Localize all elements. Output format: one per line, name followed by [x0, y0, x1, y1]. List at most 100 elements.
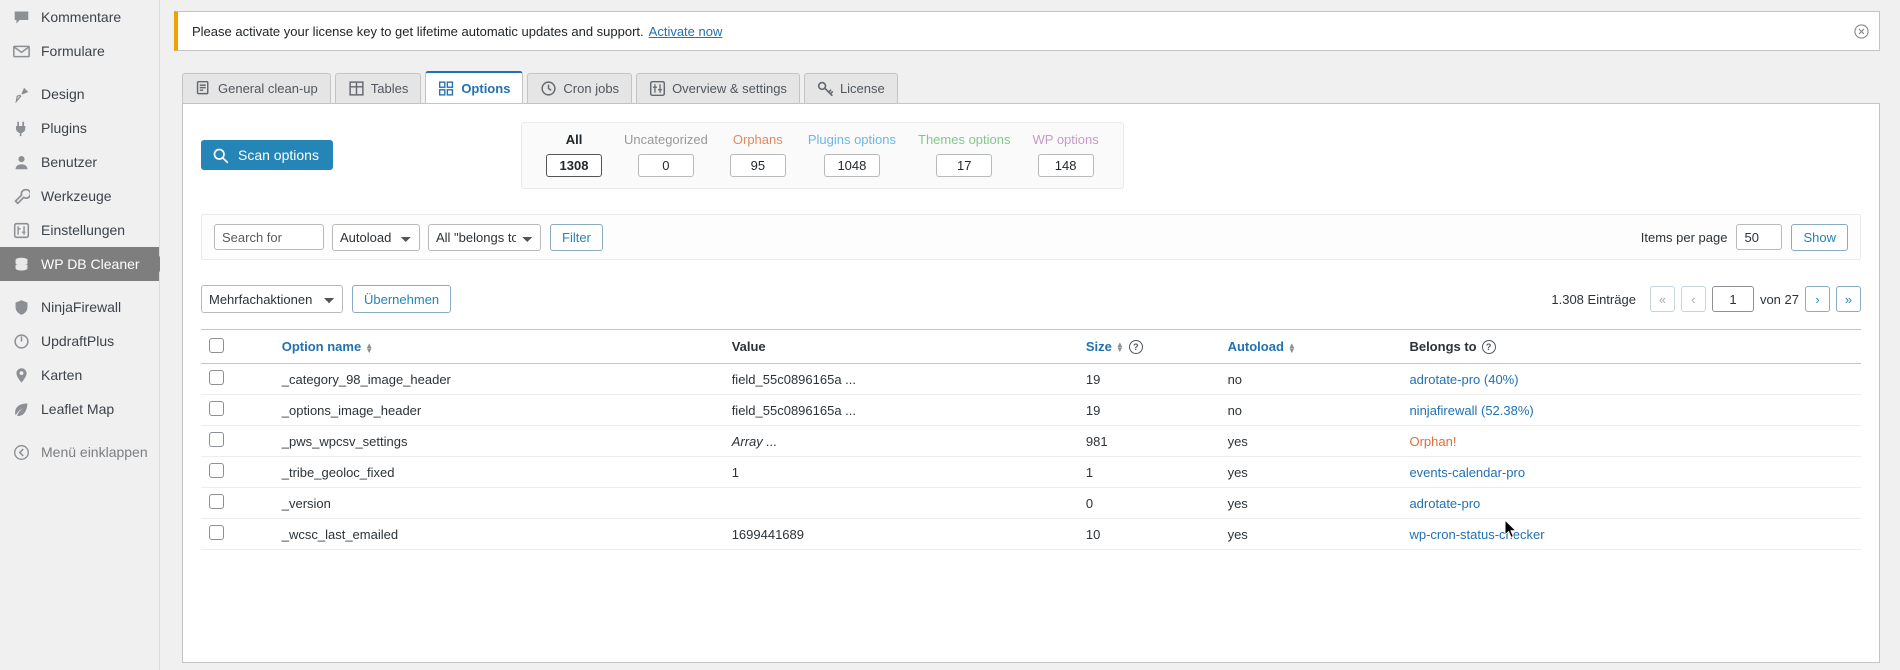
close-circle-icon[interactable] [1851, 21, 1871, 41]
stat-wp-options[interactable]: WP options 148 [1022, 132, 1110, 177]
sidebar-item-benutzer[interactable]: Benutzer [0, 145, 159, 179]
sidebar-item-ninjafirewall[interactable]: NinjaFirewall [0, 290, 159, 324]
sidebar-item-einstellungen[interactable]: Einstellungen [0, 213, 159, 247]
search-input[interactable] [214, 224, 324, 250]
bulk-action-select[interactable]: Mehrfachaktionen [201, 285, 343, 313]
license-notice: Please activate your license key to get … [174, 11, 1880, 51]
sort-arrows-icon[interactable]: ▲ ▼ [365, 341, 373, 354]
cell-belongs-to-text[interactable]: ninjafirewall (52.38%) [1409, 403, 1533, 418]
current-page-input[interactable] [1711, 286, 1754, 312]
cell-size-text: 10 [1085, 526, 1101, 542]
first-page-button[interactable]: « [1649, 286, 1675, 312]
stat-plugins-options[interactable]: Plugins options 1048 [797, 132, 907, 177]
cell-autoload-text: yes [1227, 433, 1248, 449]
wrench-icon [10, 186, 32, 206]
row-checkbox[interactable] [209, 401, 224, 416]
stat-value: 1308 [546, 154, 602, 177]
cell-option-name-text: _pws_wpcsv_settings [281, 433, 408, 449]
sidebar-item-label: Kommentare [41, 9, 122, 25]
sidebar-item-plugins[interactable]: Plugins [0, 111, 159, 145]
select-all-checkbox[interactable] [209, 337, 224, 353]
sidebar-item-leaflet-map[interactable]: Leaflet Map [0, 392, 159, 426]
stat-label: Orphans [732, 132, 783, 147]
cell-autoload: yes [1219, 518, 1402, 550]
items-per-page-group: Items per page Show [1641, 223, 1848, 251]
filter-button[interactable]: Filter [550, 223, 603, 251]
sidebar-item-wp-db-cleaner[interactable]: WP DB Cleaner [0, 247, 159, 281]
cell-autoload-text: yes [1227, 526, 1248, 542]
stat-label: WP options [1032, 132, 1099, 147]
stat-all[interactable]: All 1308 [535, 132, 613, 177]
column-header-option-name[interactable]: Option name ▲ ▼ [273, 329, 724, 364]
tab-tables[interactable]: Tables [334, 73, 422, 103]
cell-belongs-to-text[interactable]: adrotate-pro (40%) [1409, 372, 1518, 387]
sidebar-item-kommentare[interactable]: Kommentare [0, 0, 159, 34]
tab-label: Cron jobs [563, 81, 620, 96]
cell-belongs-to: adrotate-pro (40%) [1401, 363, 1861, 395]
stat-uncategorized[interactable]: Uncategorized 0 [613, 132, 719, 177]
row-checkbox[interactable] [209, 370, 224, 385]
sidebar-item-design[interactable]: Design [0, 77, 159, 111]
apply-bulk-button[interactable]: Übernehmen [352, 285, 452, 313]
next-page-button[interactable]: › [1805, 286, 1830, 312]
help-icon[interactable]: ? [1481, 340, 1496, 355]
row-checkbox[interactable] [209, 494, 224, 509]
activate-now-link[interactable]: Activate now [649, 24, 723, 39]
tab-general-clean-up[interactable]: General clean-up [182, 73, 331, 103]
cell-option-name-text: _category_98_image_header [281, 371, 451, 387]
cell-value: field_55c0896165a ... [723, 394, 1078, 426]
sidebar-item-werkzeuge[interactable]: Werkzeuge [0, 179, 159, 213]
sidebar-divider [0, 426, 159, 435]
autoload-select[interactable]: Autoload [332, 223, 420, 251]
shield-icon [10, 297, 32, 317]
user-icon [10, 152, 32, 172]
belongs-to-select[interactable]: All "belongs to" [428, 223, 541, 251]
tab-cron-jobs[interactable]: Cron jobs [527, 73, 633, 103]
cell-belongs-to-text[interactable]: wp-cron-status-checker [1409, 527, 1544, 542]
scan-options-button[interactable]: Scan options [201, 140, 333, 170]
row-checkbox[interactable] [209, 432, 224, 447]
sidebar-item-label: Benutzer [41, 154, 98, 170]
row-checkbox[interactable] [209, 525, 224, 540]
row-checkbox[interactable] [209, 463, 224, 478]
column-header-size[interactable]: Size ▲ ▼? [1077, 329, 1220, 364]
stat-orphans[interactable]: Orphans 95 [719, 132, 797, 177]
cell-belongs-to-text[interactable]: Orphan! [1409, 434, 1456, 449]
stat-themes-options[interactable]: Themes options 17 [907, 132, 1022, 177]
sidebar-item-formulare[interactable]: Formulare [0, 34, 159, 68]
sidebar-item-karten[interactable]: Karten [0, 358, 159, 392]
tab-options[interactable]: Options [425, 71, 524, 103]
column-header-autoload[interactable]: Autoload ▲ ▼ [1219, 329, 1402, 364]
tab-label: General clean-up [218, 81, 318, 96]
items-per-page-input[interactable] [1736, 224, 1783, 250]
help-icon[interactable]: ? [1128, 340, 1143, 355]
pagination: 1.308 Einträge « ‹ von 27 › » [1551, 286, 1861, 312]
settings-icon [649, 80, 666, 97]
cell-option-name: _tribe_geoloc_fixed [273, 456, 724, 488]
sidebar-item-men-einklappen[interactable]: Menü einklappen [0, 435, 159, 469]
stat-value: 1048 [823, 154, 880, 177]
prev-page-button[interactable]: ‹ [1680, 286, 1706, 312]
sort-arrows-icon[interactable]: ▲ ▼ [1288, 341, 1296, 354]
cell-belongs-to-text[interactable]: events-calendar-pro [1409, 465, 1525, 480]
sidebar-item-updraftplus[interactable]: UpdraftPlus [0, 324, 159, 358]
table-row: _pws_wpcsv_settings Array ... 981 yes Orphan… [201, 425, 1861, 457]
sidebar-item-label: Plugins [41, 120, 87, 136]
column-header-label: Option name [281, 339, 362, 354]
options-grid-icon [438, 80, 455, 97]
stat-label: Plugins options [807, 132, 896, 147]
sort-arrows-icon[interactable]: ▲ ▼ [1116, 341, 1124, 354]
cell-size-text: 0 [1085, 495, 1094, 511]
cell-belongs-to-text[interactable]: adrotate-pro [1409, 496, 1480, 511]
envelope-icon [10, 41, 32, 61]
select-all-header [201, 329, 274, 364]
search-icon [212, 147, 229, 164]
show-button[interactable]: Show [1791, 223, 1848, 251]
last-page-button[interactable]: » [1836, 286, 1861, 312]
sidebar-item-label: Werkzeuge [41, 188, 112, 204]
tab-license[interactable]: License [803, 73, 898, 103]
cell-size: 10 [1077, 518, 1220, 550]
sidebar-item-label: Formulare [41, 43, 105, 59]
tab-overview-settings[interactable]: Overview & settings [636, 73, 800, 103]
row-select-cell [201, 425, 274, 457]
